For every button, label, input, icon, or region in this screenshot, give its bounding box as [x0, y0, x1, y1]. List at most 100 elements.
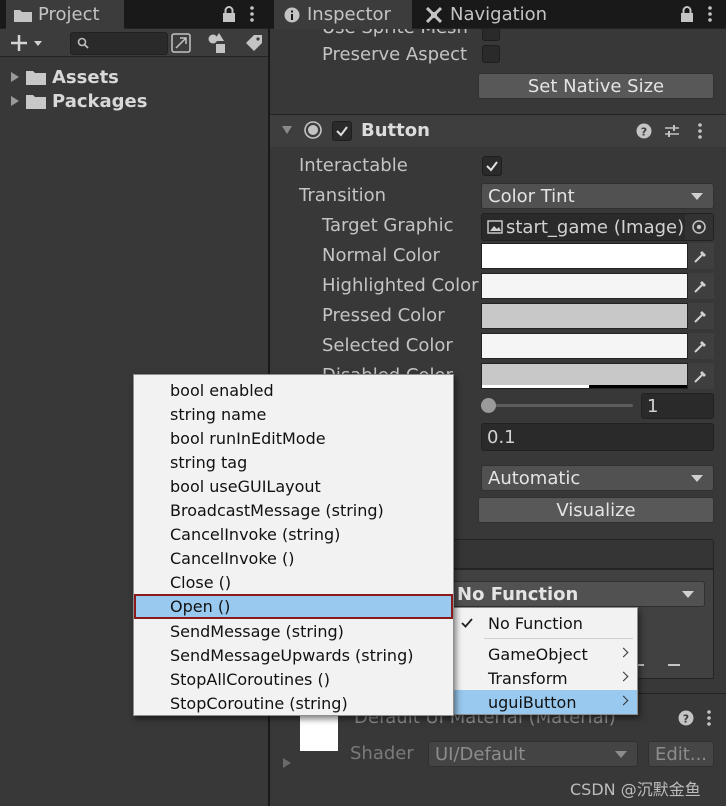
menu-item[interactable]: string name — [134, 402, 453, 426]
lock-icon[interactable] — [222, 6, 236, 22]
navigation-dropdown[interactable]: Automatic — [481, 465, 714, 491]
menu-item[interactable]: CancelInvoke (string) — [134, 522, 453, 546]
eyedropper-icon[interactable] — [688, 273, 714, 299]
menu-item-gameobject[interactable]: GameObject — [454, 642, 637, 666]
highlighted-color-swatch[interactable] — [481, 273, 688, 299]
menu-item[interactable]: bool runInEditMode — [134, 426, 453, 450]
chevron-down-icon — [691, 475, 703, 482]
menu-item-label: string name — [170, 404, 267, 424]
checkmark-icon — [460, 616, 474, 630]
menu-item-label: StopAllCoroutines () — [170, 669, 330, 689]
function-dropdown[interactable]: No Function — [450, 581, 705, 607]
menu-item-label: uguiButton — [488, 692, 577, 712]
svg-text:?: ? — [641, 126, 647, 139]
tab-project[interactable]: Project — [6, 0, 124, 29]
component-enabled-checkbox[interactable] — [332, 121, 352, 141]
search-scope-icon[interactable] — [171, 33, 191, 53]
search-input[interactable] — [70, 32, 168, 55]
tab-navigation-label: Navigation — [450, 4, 548, 25]
image-icon — [487, 220, 503, 234]
menu-item[interactable]: BroadcastMessage (string) — [134, 498, 453, 522]
fade-duration-input[interactable]: 0.1 — [481, 423, 714, 451]
help-icon[interactable]: ? — [678, 710, 694, 726]
tree-item-packages[interactable]: Packages — [0, 89, 147, 113]
normal-color-swatch[interactable] — [481, 243, 688, 269]
project-tabbar: Project — [0, 0, 268, 29]
menu-item[interactable]: Close () — [134, 570, 453, 594]
menu-item-label: BroadcastMessage (string) — [170, 500, 384, 520]
chevron-down-icon — [615, 751, 627, 758]
slider-handle[interactable] — [481, 398, 496, 413]
expand-arrow-icon[interactable] — [282, 757, 292, 769]
menu-item[interactable]: StopCoroutine (string) — [134, 691, 453, 715]
method-menu: bool enabled string name bool runInEditM… — [133, 374, 454, 716]
preserve-aspect-checkbox[interactable] — [482, 45, 500, 63]
eyedropper-icon[interactable] — [688, 363, 714, 389]
expand-arrow-icon[interactable] — [10, 71, 20, 83]
eyedropper-icon[interactable] — [688, 303, 714, 329]
component-title: Button — [361, 120, 430, 141]
kebab-menu-icon[interactable] — [250, 6, 254, 22]
presets-icon[interactable] — [664, 123, 680, 139]
menu-item[interactable]: SendMessageUpwards (string) — [134, 643, 453, 667]
project-toolbar — [0, 29, 268, 57]
tab-navigation[interactable]: Navigation — [422, 0, 547, 29]
menu-item[interactable]: bool useGUILayout — [134, 474, 453, 498]
interactable-label: Interactable — [299, 155, 408, 176]
chevron-right-icon — [618, 671, 629, 682]
transition-value: Color Tint — [488, 185, 575, 207]
menu-item-label: Close () — [170, 572, 232, 592]
menu-item-label: bool useGUILayout — [170, 476, 321, 496]
menu-item-label: bool enabled — [170, 380, 274, 400]
eyedropper-icon[interactable] — [688, 333, 714, 359]
menu-item-label: CancelInvoke (string) — [170, 524, 341, 544]
search-icon — [77, 37, 89, 49]
use-sprite-mesh-checkbox[interactable] — [482, 29, 500, 41]
kebab-menu-icon[interactable] — [707, 710, 711, 726]
selected-color-label: Selected Color — [322, 335, 453, 356]
visualize-button[interactable]: Visualize — [478, 497, 714, 523]
remove-icon[interactable] — [668, 663, 680, 667]
shader-dropdown[interactable]: UI/Default — [428, 741, 638, 767]
selected-color-swatch[interactable] — [481, 333, 688, 359]
menu-item-no-function[interactable]: No Function — [454, 611, 637, 635]
set-native-size-button[interactable]: Set Native Size — [478, 73, 714, 99]
button-component-icon — [304, 121, 322, 139]
tree-item-label: Assets — [52, 66, 119, 88]
lock-icon[interactable] — [680, 6, 694, 22]
pressed-color-swatch[interactable] — [481, 303, 688, 329]
menu-item[interactable]: SendMessage (string) — [134, 619, 453, 643]
disabled-color-swatch[interactable] — [481, 363, 688, 389]
edit-shader-button[interactable]: Edit... — [648, 741, 714, 767]
kebab-menu-icon[interactable] — [708, 6, 712, 22]
add-icon[interactable] — [10, 34, 46, 52]
alpha-bar-black — [588, 385, 687, 388]
fold-arrow-icon[interactable] — [281, 125, 293, 135]
menu-item[interactable]: bool enabled — [134, 378, 453, 402]
navigation-value: Automatic — [488, 467, 581, 489]
menu-item[interactable]: string tag — [134, 450, 453, 474]
tag-icon[interactable] — [245, 34, 263, 52]
target-graphic-field[interactable]: start_game (Image) — [481, 213, 714, 241]
object-picker-icon[interactable] — [685, 214, 713, 240]
menu-item-selected[interactable]: Open () — [134, 594, 453, 619]
kebab-menu-icon[interactable] — [698, 123, 702, 139]
expand-arrow-icon[interactable] — [10, 95, 20, 107]
menu-item-uguibutton[interactable]: uguiButton — [454, 690, 637, 714]
transition-dropdown[interactable]: Color Tint — [481, 183, 714, 209]
menu-item[interactable]: CancelInvoke () — [134, 546, 453, 570]
color-multiplier-input[interactable]: 1 — [641, 393, 714, 419]
menu-item-transform[interactable]: Transform — [454, 666, 637, 690]
color-multiplier-slider[interactable] — [488, 404, 633, 407]
help-icon[interactable]: ? — [636, 123, 652, 139]
folder-icon — [26, 93, 46, 109]
menu-item-label: Transform — [488, 668, 568, 688]
filter-by-type-icon[interactable] — [207, 32, 229, 54]
tree-item-assets[interactable]: Assets — [0, 65, 119, 89]
shader-value: UI/Default — [435, 743, 526, 765]
interactable-checkbox[interactable] — [482, 156, 502, 176]
chevron-right-icon — [618, 647, 629, 658]
menu-item[interactable]: StopAllCoroutines () — [134, 667, 453, 691]
eyedropper-icon[interactable] — [688, 243, 714, 269]
tab-inspector[interactable]: Inspector — [274, 0, 412, 29]
